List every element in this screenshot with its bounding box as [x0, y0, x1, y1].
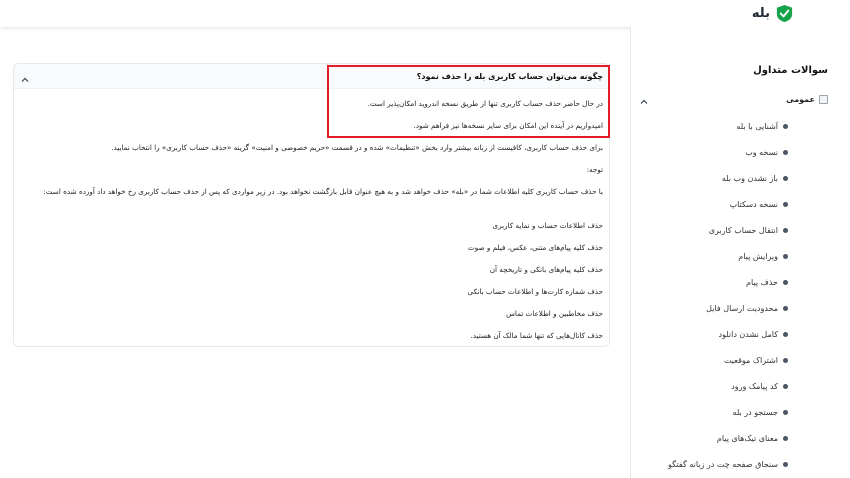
sidebar-item[interactable]: محدودیت ارسال فایل: [668, 295, 788, 321]
sidebar-item[interactable]: حذف پیام: [668, 269, 788, 295]
sidebar-item-label: انتقال حساب کاربری: [708, 225, 778, 235]
sidebar-item-label: باز نشدن وب بله: [721, 173, 778, 183]
sidebar-item[interactable]: جستجو در بله: [668, 399, 788, 425]
sidebar-item[interactable]: آشنایی با بله: [668, 113, 788, 139]
bullet-icon: [783, 123, 788, 129]
category-label: عمومی: [786, 94, 815, 104]
sidebar-item[interactable]: کد پیامک ورود: [668, 373, 788, 399]
bullet-icon: [783, 253, 788, 259]
sidebar-item[interactable]: انتقال حساب کاربری: [668, 217, 788, 243]
sidebar-item-label: ویرایش پیام: [738, 251, 778, 261]
bullet-icon: [783, 357, 788, 363]
bullet-icon: [783, 461, 788, 467]
bale-logo-icon: [776, 4, 793, 23]
answer-note-label: توجه:: [586, 165, 603, 174]
answer-list-item: حذف کانال‌هایی که تنها شما مالک آن هستید…: [470, 331, 603, 340]
bullet-icon: [783, 227, 788, 233]
chevron-up-icon[interactable]: [638, 93, 650, 105]
category-general[interactable]: عمومی: [638, 91, 828, 107]
sidebar-item-label: سنجاق صفحه چت در زبانه گفتگو: [667, 459, 778, 469]
answer-paragraph: برای حذف حساب کاربری، کافیست از زبانه بی…: [111, 143, 603, 152]
sidebar-item-label: نسخه وب: [745, 147, 778, 157]
sidebar-item[interactable]: ویرایش پیام: [668, 243, 788, 269]
sidebar-item-label: اشتراک موقعیت: [723, 355, 778, 365]
bullet-icon: [783, 149, 788, 155]
bullet-icon: [783, 175, 788, 181]
sidebar-item-label: محدودیت ارسال فایل: [706, 303, 778, 313]
sidebar-item[interactable]: کامل نشدن دانلود: [668, 321, 788, 347]
red-highlight-box: [327, 65, 610, 138]
answer-list-item: حذف کلیه پیام‌های بانکی و تاریخچه آن: [489, 265, 603, 274]
sidebar-question-list: آشنایی با بله نسخه وب باز نشدن وب بله نس…: [668, 113, 788, 477]
sidebar-item-label: نسخه دسکتاپ: [729, 199, 778, 209]
sidebar-item-label: کامل نشدن دانلود: [718, 329, 778, 339]
sidebar-item[interactable]: اشتراک موقعیت: [668, 347, 788, 373]
top-header: بله: [0, 0, 850, 27]
sidebar-item[interactable]: سنجاق صفحه چت در زبانه گفتگو: [668, 451, 788, 477]
bullet-icon: [783, 279, 788, 285]
broken-image-icon: [819, 94, 828, 104]
bullet-icon: [783, 305, 788, 311]
answer-list-item: حذف شماره کارت‌ها و اطلاعات حساب بانکی: [467, 287, 604, 296]
bullet-icon: [783, 435, 788, 441]
sidebar-item[interactable]: نسخه دسکتاپ: [668, 191, 788, 217]
faq-sidebar: سوالات متداول عمومی آشنایی با بله نسخه و…: [630, 27, 850, 478]
sidebar-item-label: جستجو در بله: [732, 407, 778, 417]
sidebar-title: سوالات متداول: [753, 65, 828, 76]
sidebar-item[interactable]: نسخه وب: [668, 139, 788, 165]
answer-paragraph: با حذف حساب کاربری کلیه اطلاعات شما در «…: [43, 187, 603, 196]
brand-name: بله: [751, 6, 770, 21]
bullet-icon: [783, 331, 788, 337]
sidebar-item-label: آشنایی با بله: [736, 121, 778, 131]
bullet-icon: [783, 409, 788, 415]
sidebar-item-label: حذف پیام: [745, 277, 778, 287]
brand-logo[interactable]: بله: [752, 4, 794, 23]
sidebar-item-label: کد پیامک ورود: [731, 381, 778, 391]
answer-list-item: حذف اطلاعات حساب و نمایه کاربری: [492, 221, 604, 230]
answer-list-item: حذف مخاطبین و اطلاعات تماس: [506, 309, 603, 318]
answer-list-item: حذف کلیه پیام‌های متنی، عکس، فیلم و صوت: [468, 243, 603, 252]
sidebar-item[interactable]: معنای تیک‌های پیام: [668, 425, 788, 451]
chevron-up-icon[interactable]: [19, 71, 31, 83]
bullet-icon: [783, 383, 788, 389]
sidebar-item[interactable]: باز نشدن وب بله: [668, 165, 788, 191]
bullet-icon: [783, 201, 788, 207]
sidebar-item-label: معنای تیک‌های پیام: [716, 433, 778, 443]
